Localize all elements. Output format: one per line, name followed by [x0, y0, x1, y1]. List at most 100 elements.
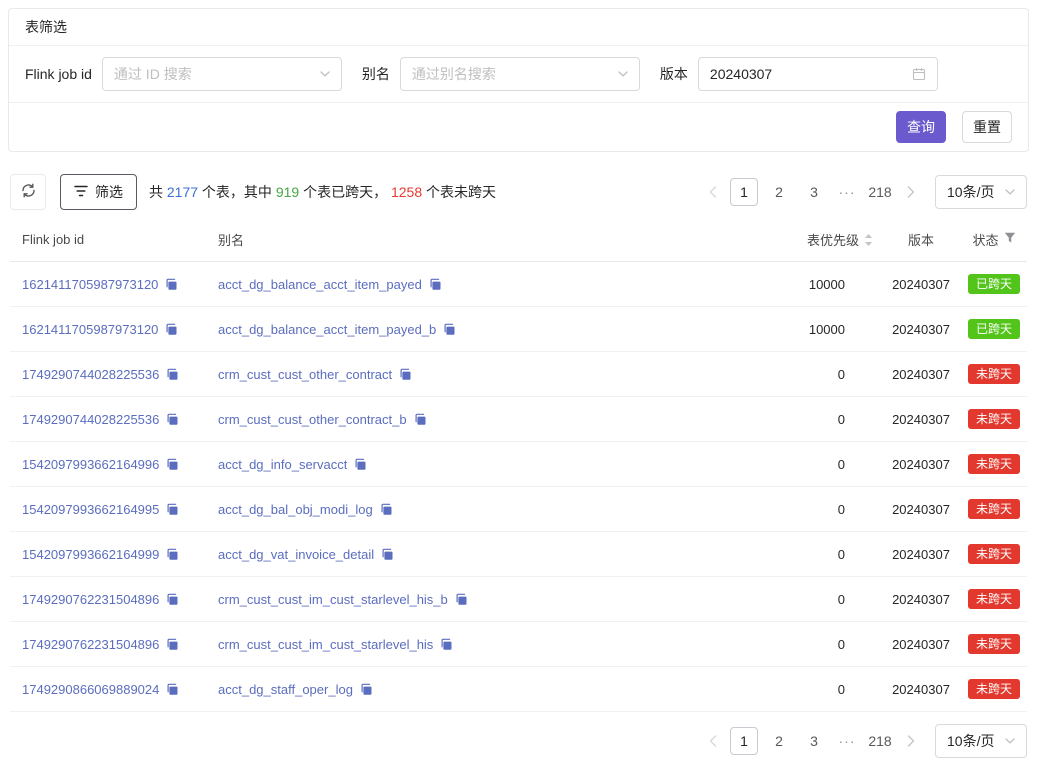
page-button-3[interactable]: 3 — [800, 178, 828, 206]
table-row: 1621411705987973120 acct_dg_balance_acct… — [10, 262, 1027, 307]
page-button-2[interactable]: 2 — [765, 727, 793, 755]
page-button-3[interactable]: 3 — [800, 727, 828, 755]
column-header-version: 版本 — [881, 230, 961, 249]
page-size-value: 10条/页 — [947, 182, 994, 202]
next-page-button[interactable] — [901, 178, 921, 206]
column-header-priority[interactable]: 表优先级 — [695, 230, 881, 249]
bottom-bar: 123···218 10条/页 — [10, 724, 1027, 758]
copy-icon[interactable] — [354, 458, 367, 471]
copy-icon[interactable] — [360, 683, 373, 696]
alias-link[interactable]: acct_dg_staff_oper_log — [218, 682, 353, 697]
version-value: 20240307 — [881, 637, 961, 652]
copy-icon[interactable] — [399, 368, 412, 381]
next-page-button[interactable] — [901, 727, 921, 755]
version-value: 20240307 — [881, 682, 961, 697]
table-body: 1621411705987973120 acct_dg_balance_acct… — [10, 262, 1027, 712]
alias-link[interactable]: crm_cust_cust_im_cust_starlevel_his — [218, 637, 433, 652]
table-row: 1749290866069889024 acct_dg_staff_oper_l… — [10, 667, 1027, 712]
alias-link[interactable]: acct_dg_vat_invoice_detail — [218, 547, 374, 562]
copy-icon[interactable] — [166, 503, 179, 516]
copy-icon[interactable] — [165, 323, 178, 336]
prev-page-button[interactable] — [703, 178, 723, 206]
filter-button[interactable]: 筛选 — [60, 174, 137, 210]
summary-count-total: 2177 — [167, 184, 198, 200]
table-toolbar: 筛选 共 2177 个表，其中 919 个表已跨天， 1258 个表未跨天 12… — [10, 174, 1027, 210]
flink-job-id-link[interactable]: 1621411705987973120 — [22, 277, 158, 292]
flink-job-id-link[interactable]: 1542097993662164995 — [22, 502, 159, 517]
summary-text: 个表已跨天， — [299, 184, 391, 200]
page-button-218[interactable]: 218 — [866, 178, 894, 206]
table-row: 1749290762231504896 crm_cust_cust_im_cus… — [10, 622, 1027, 667]
status-badge: 未跨天 — [968, 679, 1020, 699]
refresh-icon — [21, 183, 36, 201]
page-size-select-bottom[interactable]: 10条/页 — [935, 724, 1027, 758]
page-button-1[interactable]: 1 — [730, 727, 758, 755]
reset-button[interactable]: 重置 — [962, 111, 1012, 143]
copy-icon[interactable] — [166, 368, 179, 381]
pagination-bottom: 123···218 — [703, 727, 921, 755]
version-value: 20240307 — [881, 457, 961, 472]
status-header-label: 状态 — [972, 230, 998, 249]
alias-link[interactable]: acct_dg_balance_acct_item_payed — [218, 277, 422, 292]
query-button[interactable]: 查询 — [896, 111, 946, 143]
flink-job-id-placeholder: 通过 ID 搜索 — [114, 64, 192, 84]
table-row: 1749290744028225536 crm_cust_cust_other_… — [10, 397, 1027, 442]
filter-field-version: 版本 20240307 — [660, 57, 938, 91]
flink-job-id-label: Flink job id — [25, 66, 92, 82]
page-button-218[interactable]: 218 — [866, 727, 894, 755]
version-date-input[interactable]: 20240307 — [698, 57, 938, 91]
copy-icon[interactable] — [440, 638, 453, 651]
copy-icon[interactable] — [380, 503, 393, 516]
copy-icon[interactable] — [381, 548, 394, 561]
filter-funnel-icon[interactable] — [1004, 232, 1016, 247]
copy-icon[interactable] — [455, 593, 468, 606]
flink-job-id-link[interactable]: 1749290866069889024 — [22, 682, 159, 697]
copy-icon[interactable] — [166, 593, 179, 606]
copy-icon[interactable] — [443, 323, 456, 336]
prev-page-button[interactable] — [703, 727, 723, 755]
filter-panel-title: 表筛选 — [25, 19, 67, 35]
flink-job-id-select[interactable]: 通过 ID 搜索 — [102, 57, 342, 91]
copy-icon[interactable] — [166, 638, 179, 651]
status-badge: 已跨天 — [968, 274, 1020, 294]
flink-job-id-link[interactable]: 1621411705987973120 — [22, 322, 158, 337]
flink-job-id-link[interactable]: 1749290762231504896 — [22, 592, 159, 607]
copy-icon[interactable] — [414, 413, 427, 426]
alias-label: 别名 — [362, 64, 390, 84]
copy-icon[interactable] — [166, 458, 179, 471]
alias-link[interactable]: acct_dg_info_servacct — [218, 457, 347, 472]
flink-job-id-link[interactable]: 1749290744028225536 — [22, 367, 159, 382]
copy-icon[interactable] — [165, 278, 178, 291]
flink-job-id-link[interactable]: 1542097993662164996 — [22, 457, 159, 472]
copy-icon[interactable] — [166, 548, 179, 561]
version-date-value: 20240307 — [710, 66, 772, 82]
priority-value: 0 — [695, 547, 881, 562]
filter-field-flink-job-id: Flink job id 通过 ID 搜索 — [25, 57, 342, 91]
alias-select[interactable]: 通过别名搜索 — [400, 57, 640, 91]
page-button-1[interactable]: 1 — [730, 178, 758, 206]
sort-icon[interactable] — [864, 233, 873, 247]
flink-job-id-link[interactable]: 1542097993662164999 — [22, 547, 159, 562]
alias-link[interactable]: crm_cust_cust_im_cust_starlevel_his_b — [218, 592, 448, 607]
table-row: 1621411705987973120 acct_dg_balance_acct… — [10, 307, 1027, 352]
copy-icon[interactable] — [166, 413, 179, 426]
alias-link[interactable]: acct_dg_balance_acct_item_payed_b — [218, 322, 436, 337]
alias-link[interactable]: crm_cust_cust_other_contract_b — [218, 412, 407, 427]
filter-field-alias: 别名 通过别名搜索 — [362, 57, 640, 91]
status-badge: 未跨天 — [968, 454, 1020, 474]
refresh-button[interactable] — [10, 174, 46, 210]
flink-job-id-link[interactable]: 1749290762231504896 — [22, 637, 159, 652]
version-value: 20240307 — [881, 277, 961, 292]
version-value: 20240307 — [881, 322, 961, 337]
copy-icon[interactable] — [166, 683, 179, 696]
copy-icon[interactable] — [429, 278, 442, 291]
alias-link[interactable]: crm_cust_cust_other_contract — [218, 367, 392, 382]
filter-panel-footer: 查询 重置 — [9, 103, 1028, 151]
filter-button-label: 筛选 — [95, 182, 123, 202]
chevron-down-icon — [320, 71, 330, 77]
alias-link[interactable]: acct_dg_bal_obj_modi_log — [218, 502, 373, 517]
filter-panel-body: Flink job id 通过 ID 搜索 别名 通过别名搜索 版本 20240… — [9, 46, 1028, 103]
page-button-2[interactable]: 2 — [765, 178, 793, 206]
page-size-select-top[interactable]: 10条/页 — [935, 175, 1027, 209]
flink-job-id-link[interactable]: 1749290744028225536 — [22, 412, 159, 427]
